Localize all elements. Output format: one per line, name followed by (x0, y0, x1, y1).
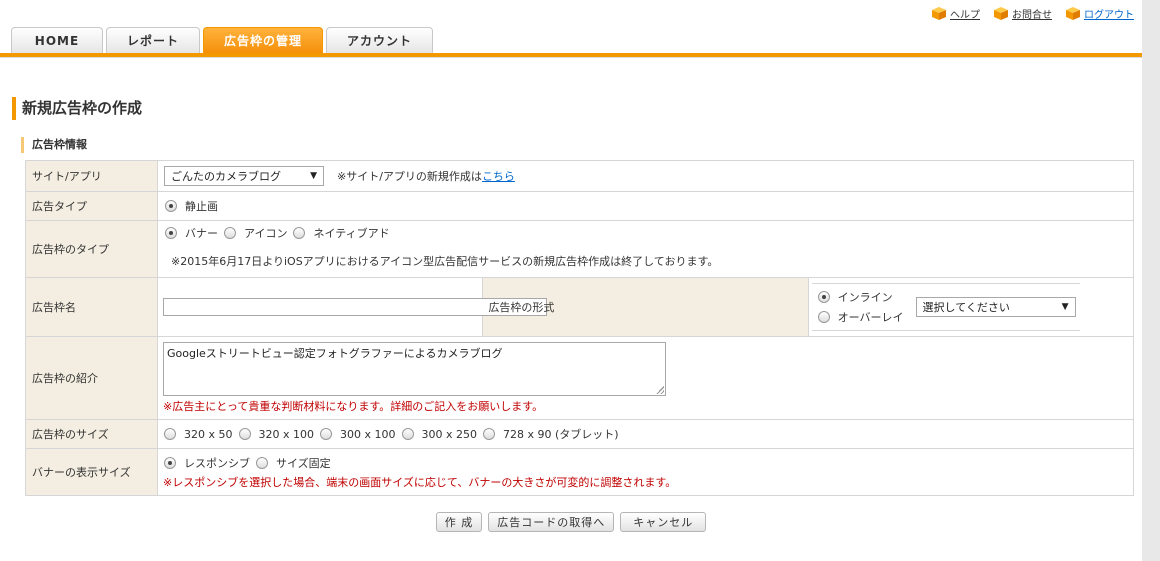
cancel-button[interactable]: キャンセル (620, 512, 707, 532)
slot-type-radio-native[interactable]: ネイティブアド (293, 225, 390, 241)
slot-size-radio-728x90[interactable]: 728 x 90 (タブレット) (483, 426, 619, 442)
ad-type-label: 広告タイプ (25, 191, 158, 221)
slot-size-radio-320x50[interactable]: 320 x 50 (164, 428, 233, 441)
tab-report[interactable]: レポート (106, 27, 201, 53)
banner-display-label: バナーの表示サイズ (25, 448, 158, 496)
banner-display-radio-fixed[interactable]: サイズ固定 (256, 455, 331, 471)
banner-display-note: ※レスポンシブを選択した場合、端末の画面サイズに応じて、バナーの大きさが可変的に… (163, 475, 677, 489)
description-label: 広告枠の紹介 (25, 336, 158, 420)
radio-label: 静止画 (185, 200, 218, 213)
radio-unchecked-icon (483, 428, 495, 440)
banner-display-radio-responsive[interactable]: レスポンシブ (164, 455, 250, 471)
radio-unchecked-icon (817, 311, 830, 323)
logout-link[interactable]: ログアウト (1066, 6, 1134, 21)
radio-label: ネイティブアド (313, 227, 390, 240)
tab-home[interactable]: HOME (11, 27, 103, 53)
form-row-ad-type: 広告タイプ 静止画 (25, 191, 1134, 221)
radio-checked-icon (165, 227, 177, 239)
site-select[interactable]: ごんたのカメラブログ ▼ (164, 166, 324, 186)
contact-link[interactable]: お問合せ (994, 6, 1052, 21)
slot-size-label: 広告枠のサイズ (25, 419, 158, 449)
radio-unchecked-icon (293, 227, 306, 239)
radio-label: インライン (837, 291, 893, 304)
tab-ad-slot-management[interactable]: 広告枠の管理 (203, 27, 324, 53)
slot-size-radio-300x100[interactable]: 300 x 100 (320, 428, 396, 441)
page-title: 新規広告枠の作成 (12, 97, 142, 120)
radio-checked-icon (165, 200, 177, 212)
create-button[interactable]: 作 成 (435, 512, 483, 532)
description-value: Googleストリートビュー認定フォトグラファーによるカメラブログ (167, 347, 503, 360)
radio-label: サイズ固定 (276, 456, 331, 470)
slot-format-box: インライン オーバーレイ 選択してください ▼ (811, 283, 1080, 331)
section-title: 広告枠情報 (21, 137, 87, 153)
site-label: サイト/アプリ (25, 160, 158, 192)
divider (0, 57, 1142, 58)
radio-label: レスポンシブ (184, 456, 250, 470)
box-icon (994, 7, 1008, 20)
radio-label: 300 x 250 (421, 427, 478, 441)
form-row-slot-size: 広告枠のサイズ 320 x 50 320 x 100 300 x 100 300… (25, 419, 1134, 449)
radio-unchecked-icon (224, 227, 236, 239)
ad-type-radio-static[interactable]: 静止画 (165, 198, 218, 214)
box-icon (1066, 7, 1080, 20)
slot-size-radio-320x100[interactable]: 320 x 100 (238, 427, 315, 441)
radio-label: オーバーレイ (837, 311, 904, 324)
radio-label: バナー (185, 227, 218, 240)
form-row-slot-name: 広告枠名 広告枠の形式 インライン オーバーレイ 選択してください ▼ (25, 277, 1135, 337)
radio-unchecked-icon (401, 428, 414, 440)
radio-unchecked-icon (238, 428, 251, 440)
form-actions: 作 成 広告コードの取得へ キャンセル (0, 512, 1142, 532)
description-note: ※広告主にとって貴重な判断材料になります。詳細のご記入をお願いします。 (163, 400, 544, 413)
slot-name-label: 広告枠名 (25, 277, 158, 337)
logout-link-label: ログアウト (1084, 10, 1134, 21)
radio-label: 320 x 100 (258, 427, 315, 441)
radio-label: 300 x 100 (340, 427, 396, 441)
site-select-value: ごんたのカメラブログ (171, 170, 281, 183)
site-note: ※サイト/アプリの新規作成はこちら (337, 168, 515, 184)
description-textarea[interactable]: Googleストリートビュー認定フォトグラファーによるカメラブログ (163, 342, 666, 396)
form-row-banner-display: バナーの表示サイズ レスポンシブ サイズ固定 ※レスポンシブを選択した場合、端末… (25, 448, 1134, 496)
radio-checked-icon (817, 291, 830, 303)
form-row-slot-type: 広告枠のタイプ バナー アイコン ネイティブアド ※2015年6月17日よりiO… (25, 220, 1134, 278)
radio-label: アイコン (244, 227, 288, 240)
header-links: ヘルプ お問合せ ログアウト (932, 6, 1134, 21)
help-link[interactable]: ヘルプ (932, 6, 980, 21)
box-icon (932, 7, 946, 20)
dropdown-arrow-icon: ▼ (1061, 302, 1069, 312)
radio-unchecked-icon (256, 456, 268, 469)
help-link-label: ヘルプ (950, 10, 980, 21)
resize-handle-icon[interactable] (656, 386, 664, 394)
slot-size-radio-300x250[interactable]: 300 x 250 (401, 427, 478, 441)
slot-format-label: 広告枠の形式 (482, 277, 809, 337)
radio-unchecked-icon (164, 428, 176, 440)
slot-type-radio-banner[interactable]: バナー (165, 225, 218, 241)
radio-unchecked-icon (320, 428, 332, 440)
slot-format-select-value: 選択してください (922, 301, 1010, 314)
tab-account[interactable]: アカウント (326, 27, 434, 53)
site-note-text: ※サイト/アプリの新規作成は (337, 170, 482, 183)
page-frame: ヘルプ お問合せ ログアウト HOME レポート 広告枠の管理 アカウント 新規… (0, 0, 1142, 561)
slot-format-select[interactable]: 選択してください ▼ (915, 297, 1076, 317)
radio-label: 320 x 50 (184, 427, 233, 441)
form-row-site: サイト/アプリ ごんたのカメラブログ ▼ ※サイト/アプリの新規作成はこちら (25, 160, 1134, 192)
ad-slot-form: サイト/アプリ ごんたのカメラブログ ▼ ※サイト/アプリの新規作成はこちら 広… (25, 160, 1135, 496)
slot-format-radio-overlay[interactable]: オーバーレイ (817, 309, 904, 325)
main-tabs: HOME レポート 広告枠の管理 アカウント (11, 27, 434, 53)
form-row-description: 広告枠の紹介 Googleストリートビュー認定フォトグラファーによるカメラブログ… (25, 336, 1134, 420)
slot-type-radio-icon[interactable]: アイコン (224, 225, 287, 241)
radio-label: 728 x 90 (タブレット) (503, 428, 619, 441)
slot-format-radio-inline[interactable]: インライン (817, 289, 904, 305)
dropdown-arrow-icon: ▼ (310, 171, 317, 181)
create-site-link[interactable]: こちら (482, 170, 515, 183)
get-ad-code-button[interactable]: 広告コードの取得へ (488, 512, 615, 532)
contact-link-label: お問合せ (1012, 10, 1052, 21)
slot-type-note: ※2015年6月17日よりiOSアプリにおけるアイコン型広告配信サービスの新規広… (171, 255, 719, 268)
radio-checked-icon (164, 456, 176, 469)
slot-type-label: 広告枠のタイプ (25, 220, 158, 278)
